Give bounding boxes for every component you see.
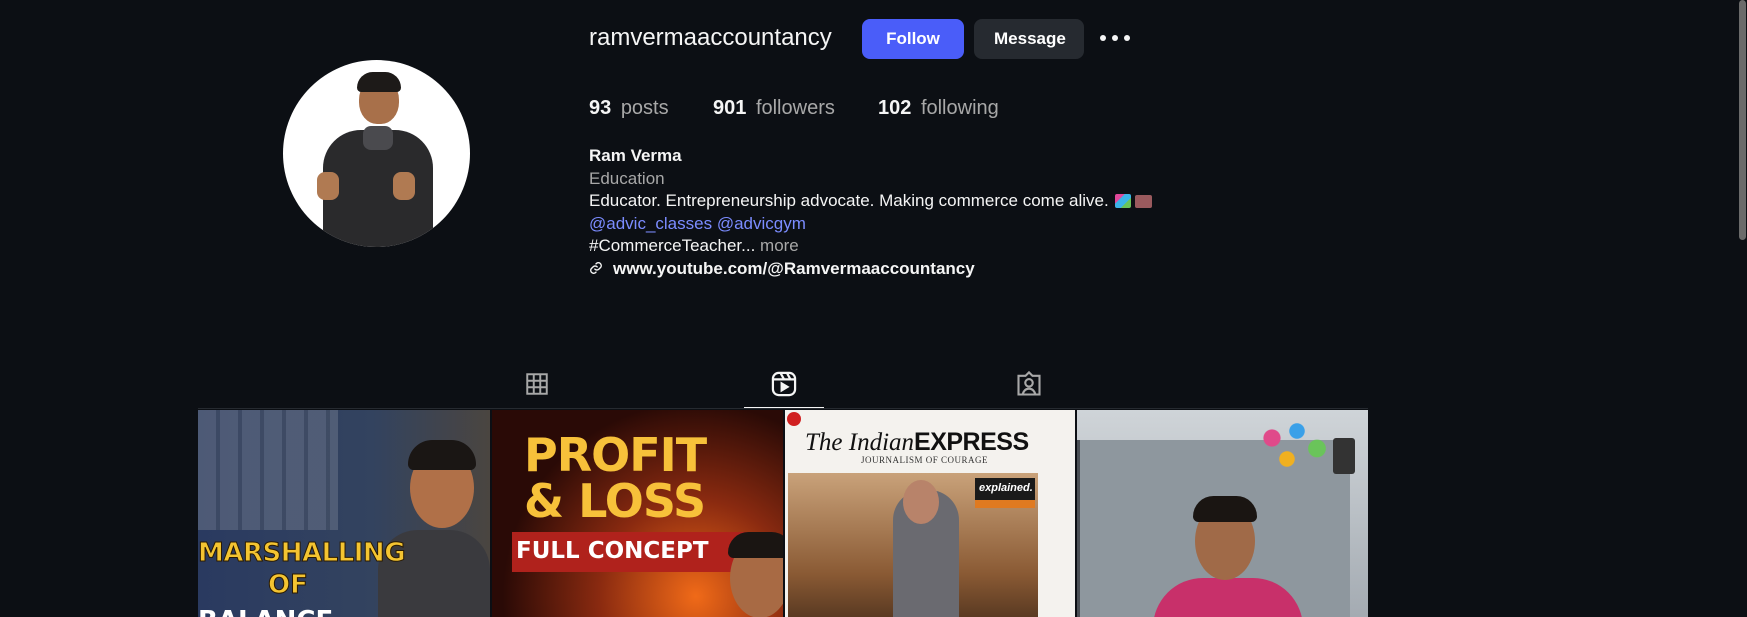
avatar-hair bbox=[357, 72, 401, 92]
avatar-collar bbox=[363, 126, 393, 150]
explained-badge-stripe bbox=[975, 500, 1035, 508]
thumbnail-title-line: & LOSS bbox=[524, 474, 706, 528]
profile-username: ramvermaaccountancy bbox=[589, 24, 832, 51]
tab-tagged[interactable] bbox=[989, 360, 1069, 408]
following-count[interactable]: 102 following bbox=[878, 97, 999, 120]
posts-count: 93 posts bbox=[589, 97, 669, 120]
thumbnail-title-line: BALANCE bbox=[198, 606, 333, 617]
thumbnail-banner-text: FULL CONCEPT bbox=[516, 538, 709, 564]
reel-thumbnail[interactable]: The IndianEXPRESS JOURNALISM OF COURAGE … bbox=[785, 410, 1075, 617]
profile-category: Education bbox=[589, 168, 665, 188]
briefcase-emoji-icon bbox=[1134, 195, 1152, 208]
logo-express: EXPRESS bbox=[914, 428, 1029, 456]
profile-page: ramvermaaccountancy Follow Message 93 po… bbox=[0, 0, 1747, 617]
presenter-hair bbox=[728, 532, 783, 558]
followers-count-label: followers bbox=[755, 97, 835, 119]
avatar-thumb-right bbox=[393, 172, 415, 200]
thumbnail-title-line: MARSHALLING bbox=[198, 538, 406, 569]
tagged-icon bbox=[1017, 370, 1041, 396]
profile-full-name: Ram Verma bbox=[589, 146, 682, 165]
newspaper-logo: The IndianEXPRESS bbox=[805, 428, 1029, 457]
bio-mentions: @advic_classes @advicgym bbox=[589, 213, 1152, 236]
following-count-number: 102 bbox=[878, 97, 912, 119]
books-emoji-icon bbox=[1114, 194, 1131, 208]
thumbnail-title-line: OF bbox=[268, 570, 309, 601]
wall-speaker bbox=[1333, 438, 1355, 474]
bio-more-link[interactable]: more bbox=[760, 236, 799, 255]
tab-posts[interactable] bbox=[497, 360, 577, 408]
reel-thumbnail[interactable]: PROFIT & LOSS FULL CONCEPT bbox=[492, 410, 783, 617]
followers-count[interactable]: 901 followers bbox=[713, 97, 835, 120]
avatar-thumb-left bbox=[317, 172, 339, 200]
posts-count-number: 93 bbox=[589, 97, 612, 119]
reels-icon bbox=[771, 371, 797, 396]
bio-description-line: Educator. Entrepreneurship advocate. Mak… bbox=[589, 190, 1152, 213]
explained-badge-text: explained. bbox=[979, 482, 1033, 494]
grid-icon bbox=[526, 373, 548, 395]
reel-thumbnail[interactable] bbox=[1077, 410, 1368, 617]
profile-bio: Ram Verma Education Educator. Entreprene… bbox=[589, 145, 1152, 280]
tab-reels[interactable] bbox=[744, 360, 824, 409]
link-icon bbox=[590, 261, 602, 274]
following-count-label: following bbox=[920, 97, 999, 119]
mention-advicgym[interactable]: @advicgym bbox=[717, 214, 806, 233]
bio-hashtag-line: #CommerceTeacher... more bbox=[589, 235, 1152, 258]
bio-external-link[interactable]: www.youtube.com/@Ramvermaaccountancy bbox=[589, 258, 1152, 281]
followers-count-number: 901 bbox=[713, 97, 747, 119]
posts-count-label: posts bbox=[620, 97, 669, 119]
follow-button[interactable]: Follow bbox=[862, 19, 964, 59]
presenter-hair bbox=[1193, 496, 1257, 522]
bio-link-text: www.youtube.com/@Ramvermaaccountancy bbox=[613, 258, 975, 278]
speaker-face bbox=[903, 480, 939, 524]
bio-description: Educator. Entrepreneurship advocate. Mak… bbox=[589, 191, 1109, 210]
message-button[interactable]: Message bbox=[974, 19, 1084, 59]
reel-thumbnail[interactable]: MARSHALLING OF BALANCE bbox=[198, 410, 490, 617]
bio-hashtag: #CommerceTeacher... bbox=[589, 236, 756, 255]
presenter-hair bbox=[408, 440, 476, 470]
newspaper-tagline: JOURNALISM OF COURAGE bbox=[861, 455, 989, 465]
logo-indian: Indian bbox=[848, 429, 915, 456]
page-scrollbar-thumb[interactable] bbox=[1739, 0, 1746, 240]
wall-decoration bbox=[1242, 410, 1342, 480]
tabs-divider bbox=[198, 408, 1368, 409]
mention-advic-classes[interactable]: @advic_classes bbox=[589, 214, 712, 233]
logo-the: The bbox=[805, 429, 843, 456]
profile-avatar[interactable] bbox=[283, 60, 470, 247]
more-horizontal-icon[interactable] bbox=[1100, 27, 1130, 49]
pinned-icon bbox=[787, 412, 801, 426]
calculator-image bbox=[198, 410, 338, 530]
